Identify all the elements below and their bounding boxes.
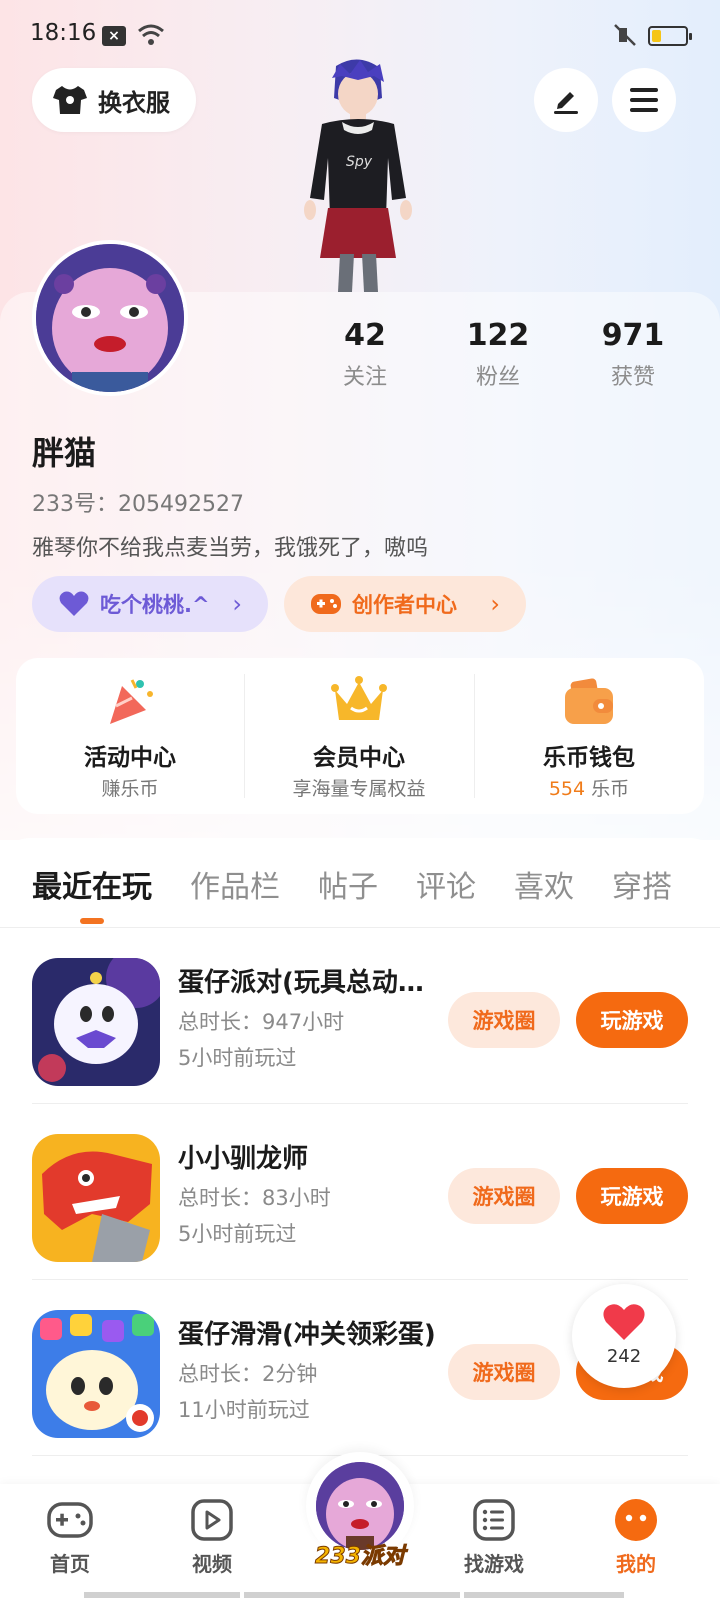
- peach-tag-label: 吃个桃桃.^: [100, 593, 210, 617]
- party-brand-label: 233派对: [315, 1544, 406, 1570]
- avatar[interactable]: [32, 240, 188, 396]
- following-stat[interactable]: 42 关注: [310, 318, 420, 391]
- game-icon: [32, 1134, 160, 1262]
- wifi-icon: [138, 24, 164, 45]
- activity-center-sub: 赚乐币: [101, 778, 159, 800]
- pen-icon: [554, 92, 578, 114]
- mute-icon: [614, 24, 636, 46]
- profile-tabs: 最近在玩 作品栏 帖子 评论 喜欢 穿搭: [0, 838, 720, 928]
- change-outfit-label: 换衣服: [98, 88, 170, 117]
- nav-video[interactable]: 视频: [162, 1498, 262, 1577]
- game-icon: [32, 958, 160, 1086]
- chevron-right-icon: ›: [490, 590, 500, 618]
- party-icon: [110, 679, 153, 724]
- tab-outfits[interactable]: 穿搭: [612, 862, 672, 906]
- following-count: 42: [344, 318, 386, 353]
- user-id: 233号：205492527: [32, 492, 244, 517]
- followers-stat[interactable]: 122 粉丝: [443, 318, 553, 391]
- activity-center-entry[interactable]: 活动中心 赚乐币: [16, 658, 244, 814]
- game-icon: [32, 1310, 160, 1438]
- list-icon: [473, 1499, 515, 1541]
- character-avatar-figure[interactable]: Spy: [288, 58, 428, 292]
- game-last-played: 11小时前玩过: [178, 1398, 310, 1422]
- creator-center-button[interactable]: 创作者中心 ›: [284, 576, 526, 632]
- svg-text:Spy: Spy: [346, 154, 373, 170]
- game-name: 蛋仔派对(玩具总动员联动): [178, 968, 438, 998]
- nav-me-label: 我的: [616, 1552, 656, 1576]
- game-row[interactable]: 小小驯龙师 总时长：83小时 5小时前玩过 游戏圈 玩游戏: [32, 1104, 688, 1280]
- heart-icon: [59, 591, 89, 616]
- game-name: 蛋仔滑滑(冲关领彩蛋): [178, 1320, 436, 1350]
- tab-likes[interactable]: 喜欢: [514, 862, 574, 906]
- floating-like-button[interactable]: 242: [572, 1284, 676, 1388]
- home-indicator: [244, 1592, 460, 1598]
- game-circle-button[interactable]: 游戏圈: [448, 1344, 560, 1400]
- wallet-entry[interactable]: 乐币钱包 554 乐币: [475, 658, 703, 814]
- creator-center-label: 创作者中心: [352, 593, 457, 617]
- game-circle-button[interactable]: 游戏圈: [448, 992, 560, 1048]
- menu-button[interactable]: [612, 68, 676, 132]
- heart-icon: [603, 1304, 645, 1340]
- likes-count: 971: [601, 318, 665, 353]
- game-last-played: 5小时前玩过: [178, 1046, 297, 1070]
- x-notification-icon: ×: [102, 26, 126, 46]
- nav-home-label: 首页: [50, 1552, 90, 1576]
- tab-indicator: [80, 918, 104, 924]
- face-icon: [615, 1499, 657, 1541]
- shirt-icon: [53, 86, 87, 114]
- game-total-time: 总时长：947小时: [178, 1010, 345, 1034]
- bio: 雅琴你不给我点麦当劳，我饿死了，嗷呜: [32, 536, 429, 561]
- tab-comments[interactable]: 评论: [416, 862, 476, 906]
- home-indicator: [464, 1592, 624, 1598]
- game-row[interactable]: 蛋仔派对(玩具总动员联动) 总时长：947小时 5小时前玩过 游戏圈 玩游戏: [32, 928, 688, 1104]
- peach-tag-button[interactable]: 吃个桃桃.^ ›: [32, 576, 268, 632]
- tab-recent-played[interactable]: 最近在玩: [32, 862, 152, 906]
- game-circle-button[interactable]: 游戏圈: [448, 1168, 560, 1224]
- game-name: 小小驯龙师: [178, 1144, 309, 1174]
- vip-center-title: 会员中心: [313, 745, 405, 771]
- wallet-title: 乐币钱包: [543, 745, 635, 771]
- play-game-button[interactable]: 玩游戏: [576, 992, 688, 1048]
- followers-count: 122: [466, 318, 530, 353]
- chevron-right-icon: ›: [232, 590, 242, 618]
- play-icon: [191, 1499, 233, 1541]
- gamepad-icon: [47, 1502, 93, 1538]
- following-label: 关注: [342, 365, 387, 390]
- likes-label: 获赞: [610, 365, 655, 390]
- party-avatar-icon: [316, 1462, 404, 1550]
- tab-works[interactable]: 作品栏: [190, 862, 280, 906]
- gamepad-icon: [311, 594, 341, 614]
- change-outfit-button[interactable]: 换衣服: [32, 68, 196, 132]
- game-total-time: 总时长：83小时: [178, 1186, 331, 1210]
- battery-icon: [648, 26, 692, 46]
- nav-home[interactable]: 首页: [20, 1498, 120, 1577]
- play-game-button[interactable]: 玩游戏: [576, 1168, 688, 1224]
- wallet-balance: 554: [548, 778, 586, 800]
- feature-entries-card: 活动中心 赚乐币 会员中心 享海量专属权益 乐币钱包 554 乐币: [16, 658, 704, 814]
- followers-label: 粉丝: [475, 365, 520, 390]
- game-total-time: 总时长：2分钟: [178, 1362, 318, 1386]
- wallet-sub: 554 乐币: [475, 774, 703, 801]
- tab-posts[interactable]: 帖子: [318, 862, 378, 906]
- activity-center-title: 活动中心: [84, 745, 176, 771]
- nickname: 胖猫: [32, 434, 97, 472]
- edit-profile-button[interactable]: [534, 68, 598, 132]
- menu-icon: [630, 88, 658, 112]
- nav-find-games-label: 找游戏: [464, 1552, 524, 1576]
- nav-party[interactable]: 233派对: [306, 1452, 414, 1570]
- wallet-icon: [565, 678, 613, 724]
- game-last-played: 5小时前玩过: [178, 1222, 297, 1246]
- nav-video-label: 视频: [192, 1552, 232, 1576]
- wallet-unit: 乐币: [591, 778, 630, 800]
- likes-stat[interactable]: 971 获赞: [578, 318, 688, 391]
- nav-me[interactable]: 我的: [586, 1498, 686, 1577]
- home-indicator: [84, 1592, 240, 1598]
- crown-icon: [331, 676, 387, 720]
- nav-find-games[interactable]: 找游戏: [444, 1498, 544, 1577]
- vip-center-sub: 享海量专属权益: [292, 778, 426, 800]
- status-time: 18:16: [30, 20, 97, 46]
- like-count: 242: [606, 1346, 642, 1367]
- vip-center-entry[interactable]: 会员中心 享海量专属权益: [245, 658, 473, 814]
